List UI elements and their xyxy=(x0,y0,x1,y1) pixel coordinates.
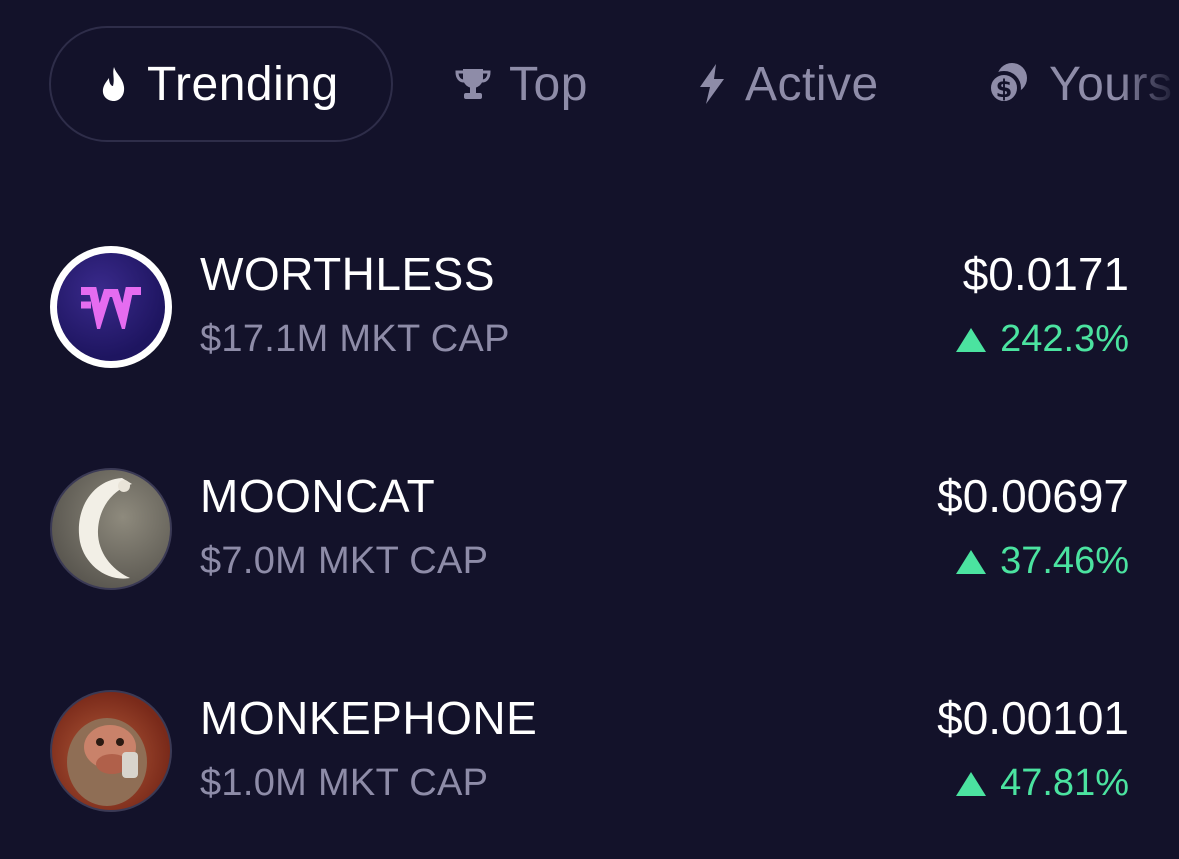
token-change-value: 242.3% xyxy=(1000,318,1129,360)
coins-icon: $ xyxy=(985,61,1031,107)
token-name: MOONCAT xyxy=(200,470,436,522)
lightning-icon xyxy=(697,63,727,105)
tab-overflow-fade xyxy=(1119,40,1179,130)
token-row-worthless[interactable]: WORTHLESS $17.1M MKT CAP $0.0171 242.3% xyxy=(0,233,1179,393)
trophy-icon xyxy=(455,66,491,102)
tab-top[interactable]: Top xyxy=(455,26,588,142)
token-change-value: 47.81% xyxy=(1000,762,1129,804)
token-row-monkephone[interactable]: MONKEPHONE $1.0M MKT CAP $0.00101 47.81% xyxy=(0,677,1179,837)
token-change: 242.3% xyxy=(956,318,1129,361)
token-market-cap: $1.0M MKT CAP xyxy=(200,762,489,804)
token-change: 47.81% xyxy=(956,762,1129,805)
worthless-logo xyxy=(50,246,172,368)
token-market-cap: $17.1M MKT CAP xyxy=(200,318,510,360)
flame-icon xyxy=(99,65,129,103)
tab-label: Top xyxy=(509,57,588,111)
token-name: MONKEPHONE xyxy=(200,692,538,744)
token-price: $0.0171 xyxy=(962,248,1129,300)
token-price: $0.00697 xyxy=(937,470,1129,522)
token-row-mooncat[interactable]: MOONCAT $7.0M MKT CAP $0.00697 37.46% xyxy=(0,455,1179,615)
token-price: $0.00101 xyxy=(937,692,1129,744)
monkephone-image xyxy=(50,690,172,812)
tab-trending[interactable]: Trending xyxy=(49,26,393,142)
token-name: WORTHLESS xyxy=(200,248,496,300)
token-change-value: 37.46% xyxy=(1000,540,1129,582)
token-market-cap: $7.0M MKT CAP xyxy=(200,540,489,582)
svg-text:$: $ xyxy=(996,75,1013,103)
mooncat-image xyxy=(50,468,172,590)
up-arrow-icon xyxy=(956,549,987,574)
tab-active[interactable]: Active xyxy=(697,26,879,142)
tab-label: Trending xyxy=(147,57,339,111)
tab-bar: Trending Top Active $ Yours xyxy=(0,0,1179,170)
up-arrow-icon xyxy=(956,771,987,796)
token-change: 37.46% xyxy=(956,540,1129,583)
up-arrow-icon xyxy=(956,327,987,352)
tab-label: Active xyxy=(745,57,879,111)
